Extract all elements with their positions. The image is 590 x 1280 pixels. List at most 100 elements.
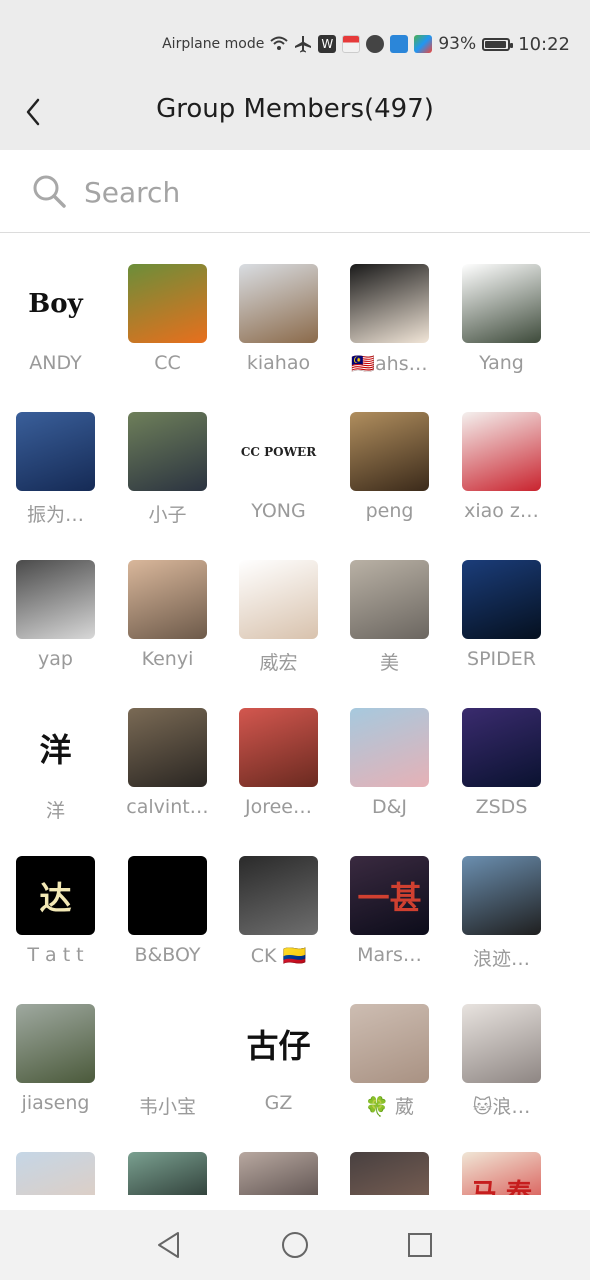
member-item[interactable]: xiao z… <box>462 380 573 528</box>
status-icons: Airplane mode W 93% 10:22 <box>162 30 570 58</box>
member-avatar <box>462 264 541 343</box>
avatar-glyph: Boy <box>28 288 83 319</box>
member-item[interactable]: 振为… <box>16 380 127 528</box>
member-avatar <box>128 412 207 491</box>
member-item[interactable]: 🐱浪… <box>462 972 573 1120</box>
member-name: Yang <box>479 352 524 374</box>
status-bar: Airplane mode W 93% 10:22 <box>0 0 590 80</box>
airplane-icon <box>295 36 312 53</box>
member-name: jiaseng <box>21 1092 90 1114</box>
member-item[interactable]: ZSDS <box>462 676 573 824</box>
member-avatar: 达 <box>16 856 95 935</box>
member-name: SPIDER <box>467 648 536 670</box>
header: Group Members(497) <box>0 80 590 150</box>
member-avatar <box>128 264 207 343</box>
member-name: D&J <box>371 796 408 818</box>
member-avatar: CC POWER <box>239 412 318 491</box>
member-name: calvint… <box>126 796 209 818</box>
member-avatar <box>239 1152 318 1195</box>
member-item[interactable]: D&J <box>350 676 461 824</box>
member-item[interactable] <box>239 1120 350 1195</box>
member-name: B&BOY <box>134 944 201 966</box>
member-item[interactable]: peng <box>350 380 461 528</box>
member-name: 小子 <box>148 504 187 526</box>
system-nav-bar <box>0 1210 590 1280</box>
member-name: 威宏 <box>259 652 298 674</box>
nav-back-icon[interactable] <box>154 1230 184 1260</box>
member-avatar <box>350 560 429 639</box>
member-avatar <box>462 412 541 491</box>
search-bar[interactable] <box>0 150 590 233</box>
member-avatar <box>128 708 207 787</box>
member-name: Kenyi <box>141 648 194 670</box>
page-title: Group Members(497) <box>156 94 434 124</box>
member-item[interactable]: 🇲🇾ahs… <box>350 232 461 380</box>
member-avatar <box>239 856 318 935</box>
member-item[interactable]: 马 泰 <box>462 1120 573 1195</box>
member-name: peng <box>365 500 414 522</box>
member-item[interactable]: 达 T a t t <box>16 824 127 972</box>
avatar-glyph: CC POWER <box>240 444 317 459</box>
member-name: Joree… <box>244 796 312 818</box>
member-item[interactable] <box>350 1120 461 1195</box>
member-avatar <box>128 560 207 639</box>
member-name: CK 🇨🇴 <box>250 945 307 967</box>
member-avatar <box>462 856 541 935</box>
nav-recents-icon[interactable] <box>405 1230 435 1260</box>
member-item[interactable]: 美 <box>350 528 461 676</box>
member-item[interactable]: 🍀 葳 <box>350 972 461 1120</box>
member-avatar <box>350 1152 429 1195</box>
clock: 10:22 <box>518 33 570 55</box>
member-avatar: 洋 <box>16 708 95 787</box>
member-item[interactable]: Boy ANDY <box>16 232 127 380</box>
member-item[interactable] <box>16 1120 127 1195</box>
member-item[interactable]: Yang <box>462 232 573 380</box>
member-avatar: Boy <box>16 264 95 343</box>
member-item[interactable]: 一甚 Mars… <box>350 824 461 972</box>
member-avatar: 一甚 <box>350 856 429 935</box>
avatar-glyph: 达 <box>39 878 72 917</box>
member-avatar <box>16 560 95 639</box>
member-item[interactable]: jiaseng <box>16 972 127 1120</box>
member-avatar <box>16 412 95 491</box>
member-avatar <box>462 708 541 787</box>
member-item[interactable]: 洋洋 <box>16 676 127 824</box>
search-icon <box>33 175 66 208</box>
member-avatar: 马 泰 <box>462 1152 541 1195</box>
member-avatar <box>462 560 541 639</box>
member-avatar <box>128 856 207 935</box>
member-avatar <box>239 264 318 343</box>
battery-icon <box>482 37 514 51</box>
member-name: ANDY <box>29 352 82 374</box>
member-item[interactable]: SPIDER <box>462 528 573 676</box>
avatar-glyph: 马 泰 <box>470 1179 533 1195</box>
w-app-icon: W <box>318 35 337 53</box>
search-input[interactable] <box>82 168 556 216</box>
member-name: ZSDS <box>475 796 528 818</box>
member-avatar <box>16 1152 95 1195</box>
member-avatar <box>350 1004 429 1083</box>
member-name: 韦小宝 <box>138 1096 196 1118</box>
member-name: yap <box>38 648 73 670</box>
member-name: YONG <box>251 500 306 522</box>
member-name: CC <box>154 352 181 374</box>
avatar-glyph: 一甚 <box>357 878 422 917</box>
member-avatar: 古仔 <box>239 1004 318 1083</box>
member-item[interactable] <box>128 1120 239 1195</box>
battery-percent: 93% <box>438 34 477 54</box>
member-name: 洋 <box>45 800 65 822</box>
member-name: Mars… <box>357 944 422 966</box>
member-name: xiao z… <box>464 500 539 522</box>
member-avatar <box>128 1152 207 1195</box>
member-avatar <box>128 1004 207 1083</box>
member-name: 振为… <box>26 504 84 526</box>
member-avatar <box>239 708 318 787</box>
member-item[interactable]: 浪迹… <box>462 824 573 972</box>
member-name: 浪迹… <box>472 948 530 970</box>
nav-home-icon[interactable] <box>280 1230 310 1260</box>
member-name: T a t t <box>27 944 84 966</box>
member-item[interactable]: yap <box>16 528 127 676</box>
sync-app-icon <box>390 35 409 53</box>
avatar-glyph: 古仔 <box>246 1026 311 1065</box>
member-avatar <box>462 1004 541 1083</box>
